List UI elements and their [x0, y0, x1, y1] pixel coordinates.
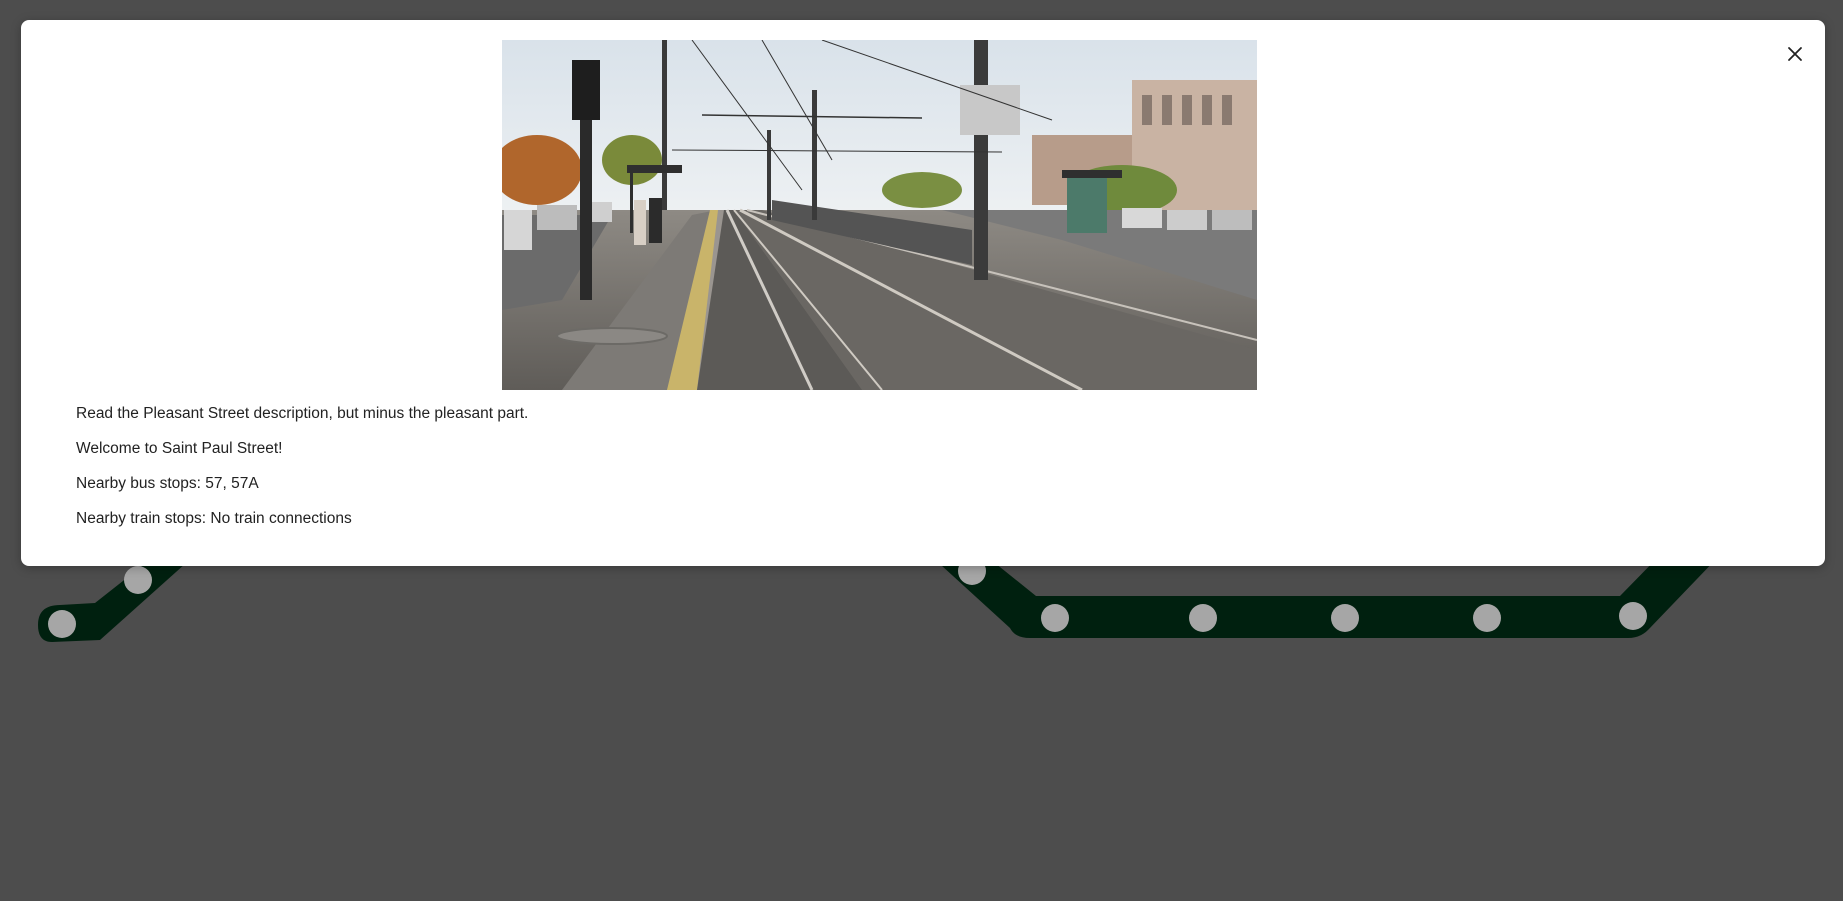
station-photo	[502, 40, 1257, 390]
station-stop[interactable]	[1331, 604, 1359, 632]
close-icon	[1788, 47, 1802, 61]
station-stop[interactable]	[1189, 604, 1217, 632]
station-info-modal: Read the Pleasant Street description, bu…	[21, 20, 1825, 566]
train-stops-text: Nearby train stops: No train connections	[76, 510, 352, 527]
welcome-text: Welcome to Saint Paul Street!	[76, 440, 283, 457]
station-photo-illustration	[502, 40, 1257, 390]
description-text: Read the Pleasant Street description, bu…	[76, 405, 529, 422]
station-stop[interactable]	[124, 566, 152, 594]
station-description: Read the Pleasant Street description, bu…	[76, 403, 1276, 543]
close-button[interactable]	[1779, 38, 1811, 70]
station-stop[interactable]	[1473, 604, 1501, 632]
bus-stops-text: Nearby bus stops: 57, 57A	[76, 475, 259, 492]
station-stop[interactable]	[1041, 604, 1069, 632]
station-stop[interactable]	[1619, 602, 1647, 630]
station-stop[interactable]	[48, 610, 76, 638]
